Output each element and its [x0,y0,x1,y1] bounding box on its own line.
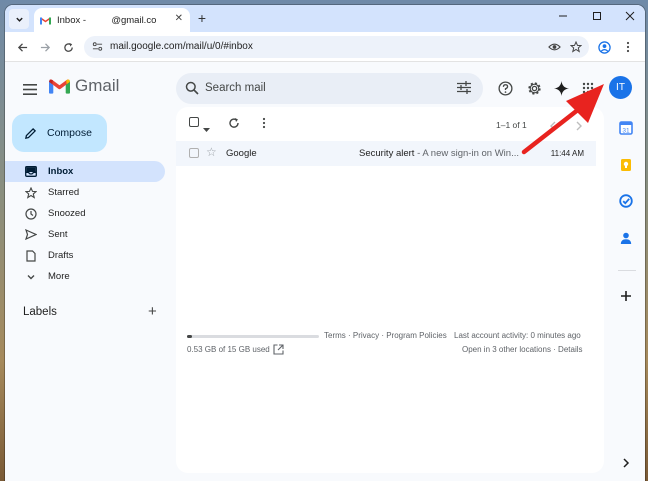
inbox-icon [24,165,37,178]
maximize-icon[interactable] [592,10,602,24]
sidebar-item-snoozed[interactable]: Snoozed [5,203,165,224]
sidebar-item-drafts[interactable]: Drafts [5,245,165,266]
other-locations-text[interactable]: Open in 3 other locations · Details [462,345,583,354]
more-options-icon[interactable] [262,116,266,134]
tab-search-button[interactable] [9,9,29,29]
gmail-logo[interactable]: Gmail [49,76,119,96]
calendar-icon[interactable]: 31 [619,121,633,135]
gmail-favicon-icon [40,16,51,24]
back-icon[interactable] [13,38,31,56]
get-addons-icon[interactable] [619,289,633,303]
svg-text:31: 31 [622,127,630,134]
address-bar[interactable]: mail.google.com/mail/u/0/#inbox [84,36,589,58]
sidebar-label-drafts: Drafts [48,250,74,261]
sidebar-label-sent: Sent [48,229,68,240]
forward-icon[interactable] [36,38,54,56]
row-snippet: - A new sign-in on Win... [414,148,519,159]
sidebar-item-more[interactable]: More [5,266,165,287]
row-subject-text: Security alert [359,148,415,159]
show-side-panel-icon[interactable] [619,456,633,470]
sidebar-item-inbox[interactable]: Inbox [5,161,165,182]
storage-usage-text: 0.53 GB of 15 GB used [187,345,270,354]
sidebar-label-inbox: Inbox [48,166,74,177]
tab-inbox[interactable]: Inbox - @gmail.com - G ✕ [34,8,190,32]
visibility-icon[interactable] [548,41,561,53]
annotation-arrow [521,84,604,155]
url-text: mail.google.com/mail/u/0/#inbox [110,41,253,52]
account-avatar[interactable]: IT [609,76,632,99]
clock-icon [24,207,37,220]
main-menu-icon[interactable] [23,82,37,100]
select-all-checkbox[interactable] [189,117,199,127]
compose-label: Compose [47,127,92,139]
site-info-icon[interactable] [92,41,103,52]
browser-window: Inbox - @gmail.com - G ✕ + [5,5,645,481]
gmail-m-icon [49,79,70,94]
storage-meter-fill [187,335,192,338]
keep-icon[interactable] [619,158,633,172]
minimize-icon[interactable] [558,10,568,24]
search-input[interactable]: Search mail [205,82,266,94]
browser-toolbar: mail.google.com/mail/u/0/#inbox [5,32,645,62]
bookmark-star-icon[interactable] [570,41,582,53]
rail-divider [618,270,636,271]
sidebar-item-sent[interactable]: Sent [5,224,165,245]
row-sender: Google [226,148,257,159]
gmail-logo-text: Gmail [75,76,120,95]
open-external-icon[interactable] [273,344,284,355]
chevron-down-icon [15,17,23,22]
footer-links[interactable]: Terms · Privacy · Program Policies [324,331,447,340]
tab-close-icon[interactable]: ✕ [175,13,183,24]
row-subject: Security alert - A new sign-in on Win... [359,148,519,159]
send-icon [24,228,37,241]
star-icon [24,186,37,199]
profile-icon[interactable] [595,38,613,56]
row-star-icon[interactable]: ☆ [206,145,217,159]
last-activity-text: Last account activity: 0 minutes ago [454,331,581,340]
storage-meter [187,335,319,338]
sidebar-label-starred: Starred [48,187,80,198]
tab-title-prefix: Inbox - [57,14,87,26]
support-icon[interactable] [495,78,515,98]
chevron-down-icon [24,270,37,283]
select-dropdown-icon[interactable] [203,120,210,138]
sidebar-nav: Inbox Starred Snoozed Sent Drafts More [5,161,170,287]
compose-button[interactable]: Compose [12,114,107,152]
contacts-icon[interactable] [619,231,633,245]
search-icon[interactable] [185,81,199,95]
pencil-icon [25,127,37,139]
add-label-button[interactable]: + [148,303,157,320]
reload-icon[interactable] [59,38,77,56]
sidebar-item-starred[interactable]: Starred [5,182,165,203]
search-options-icon[interactable] [457,81,471,94]
browser-menu-icon[interactable] [619,38,637,56]
sidebar-label-more: More [48,271,70,282]
labels-heading: Labels [23,306,57,318]
tab-strip: Inbox - @gmail.com - G ✕ + [5,5,645,32]
message-list-panel: 1–1 of 1 ☆ Google Security alert - A new… [176,107,604,473]
side-panel-rail: 31 [610,107,645,481]
row-checkbox[interactable] [189,148,199,158]
close-window-icon[interactable] [625,10,635,24]
draft-icon [24,249,37,262]
new-tab-button[interactable]: + [194,10,210,26]
tasks-icon[interactable] [619,194,633,208]
search-bar[interactable]: Search mail [176,73,483,104]
sidebar-label-snoozed: Snoozed [48,208,86,219]
refresh-icon[interactable] [228,116,240,134]
tab-title-suffix: @gmail.com - G [111,14,157,26]
